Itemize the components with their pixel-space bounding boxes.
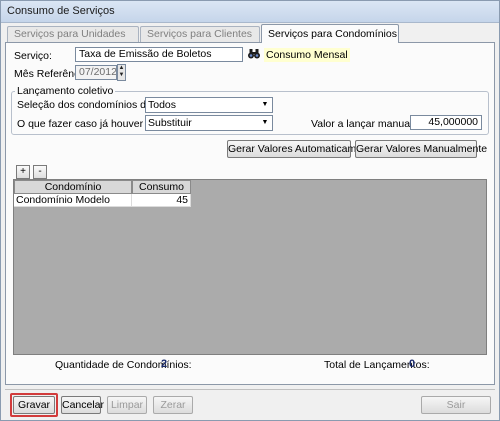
condominios-grid[interactable]: Condomínio Consumo Condomínio Modelo 45 bbox=[13, 179, 487, 355]
chevron-down-icon[interactable]: ▼ bbox=[258, 116, 272, 130]
valor-manual-field[interactable]: 45,000000 bbox=[410, 115, 482, 130]
tab-servicos-condominios[interactable]: Serviços para Condomínios bbox=[261, 24, 399, 43]
gravar-label: Gravar bbox=[17, 399, 51, 411]
mes-referencia-field[interactable]: 07/2012 bbox=[75, 65, 117, 80]
grid-header-consumo[interactable]: Consumo bbox=[132, 180, 191, 194]
caso-value: Substituir bbox=[148, 117, 192, 129]
remove-row-button[interactable]: - bbox=[33, 165, 47, 179]
gerar-manualmente-label: Gerar Valores Manualmente bbox=[356, 143, 488, 155]
gerar-automaticamente-button[interactable]: Gerar Valores Automaticamente bbox=[227, 140, 377, 158]
title-bar: Consumo de Serviços bbox=[1, 1, 499, 23]
selecao-value: Todos bbox=[148, 99, 177, 111]
servico-field[interactable]: Taxa de Emissão de Boletos bbox=[75, 47, 243, 62]
sair-button[interactable]: Sair bbox=[421, 396, 491, 414]
sair-label: Sair bbox=[446, 399, 466, 411]
gravar-button[interactable]: Gravar bbox=[13, 396, 55, 414]
tab-servicos-clientes[interactable]: Serviços para Clientes bbox=[140, 26, 260, 42]
window-title: Consumo de Serviços bbox=[7, 5, 115, 17]
binoculars-icon[interactable] bbox=[247, 47, 261, 61]
limpar-label: Limpar bbox=[110, 399, 144, 411]
consumo-servicos-window: Consumo de Serviços Serviços para Unidad… bbox=[0, 0, 500, 421]
cell-consumo[interactable]: 45 bbox=[132, 194, 191, 207]
caso-dropdown[interactable]: Substituir ▼ bbox=[145, 115, 273, 131]
zerar-button[interactable]: Zerar bbox=[153, 396, 193, 414]
selecao-dropdown[interactable]: Todos ▼ bbox=[145, 97, 273, 113]
limpar-button[interactable]: Limpar bbox=[107, 396, 147, 414]
cell-condominio[interactable]: Condomínio Modelo bbox=[14, 194, 132, 207]
qtd-condominios-value: 2 bbox=[161, 358, 168, 370]
add-row-button[interactable]: + bbox=[16, 165, 30, 179]
zerar-label: Zerar bbox=[160, 399, 186, 411]
grid-header-condominio[interactable]: Condomínio bbox=[14, 180, 132, 194]
spin-down-icon[interactable]: ▼ bbox=[118, 72, 125, 79]
tab-servicos-unidades[interactable]: Serviços para Unidades bbox=[7, 26, 139, 42]
servico-type-badge: Consumo Mensal bbox=[264, 48, 350, 62]
lancamento-coletivo-title: Lançamento coletivo bbox=[15, 85, 116, 97]
qtd-condominios-label: Quantidade de Condomínios: bbox=[55, 359, 192, 371]
total-lancamentos-value: 0 bbox=[409, 358, 416, 370]
chevron-down-icon[interactable]: ▼ bbox=[258, 98, 272, 112]
cancelar-label: Cancelar bbox=[62, 399, 105, 411]
servico-label: Serviço: bbox=[14, 50, 52, 62]
gerar-manualmente-button[interactable]: Gerar Valores Manualmente bbox=[355, 140, 487, 158]
mes-referencia-stepper[interactable]: ▲ ▼ bbox=[117, 64, 126, 81]
spin-up-icon[interactable]: ▲ bbox=[118, 65, 125, 72]
cancelar-button[interactable]: Cancelar bbox=[61, 396, 105, 414]
